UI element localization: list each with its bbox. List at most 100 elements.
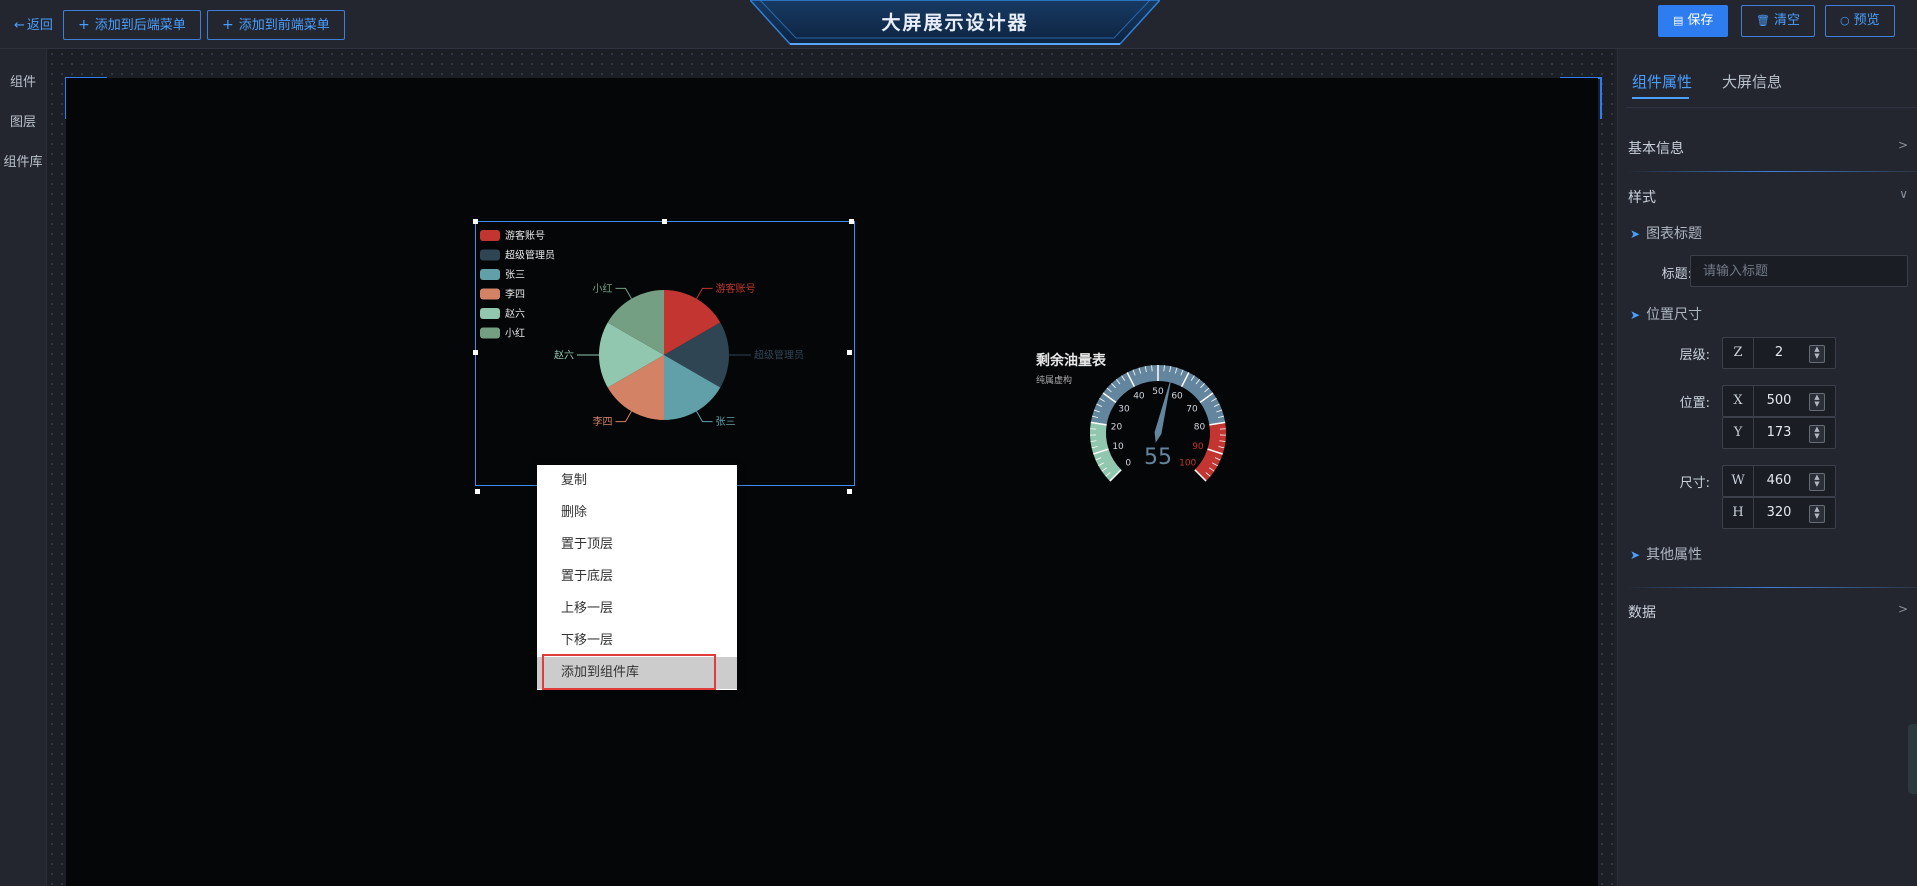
title-input[interactable] xyxy=(1690,255,1908,287)
page-title: 大屏展示设计器 xyxy=(881,12,1029,34)
preview-button[interactable]: ○ 预览 xyxy=(1825,5,1895,37)
add-to-backend-menu-button[interactable]: + 添加到后端菜单 xyxy=(63,10,201,40)
legend-label: 超级管理员 xyxy=(505,249,555,262)
menu-item-send-to-back[interactable]: 置于底层 xyxy=(537,561,737,593)
clear-button[interactable]: 🗑 清空 xyxy=(1741,5,1815,37)
stepper-icon[interactable]: ▲ ▼ xyxy=(1809,393,1825,411)
legend-swatch xyxy=(480,288,500,300)
w-axis-label: W xyxy=(1723,466,1754,496)
left-sidebar: 组件 图层 组件库 xyxy=(0,49,47,886)
legend-swatch xyxy=(480,327,500,339)
height-field[interactable]: H 320 ▲ ▼ xyxy=(1722,497,1836,529)
pie-slice-label: 李四 xyxy=(593,415,613,428)
h-value: 320 xyxy=(1766,505,1792,520)
pie-label-line xyxy=(615,287,632,299)
legend-swatch xyxy=(480,249,500,261)
section-style[interactable]: 样式 ∨ xyxy=(1628,187,1908,207)
tab-component-properties[interactable]: 组件属性 xyxy=(1632,71,1692,92)
gauge-tick-label: 80 xyxy=(1194,422,1206,432)
title-label: 标题: xyxy=(1661,267,1692,282)
pie-slice-label: 游客账号 xyxy=(716,282,756,295)
menu-item-copy[interactable]: 复制 xyxy=(537,465,737,497)
menu-item-move-up[interactable]: 上移一层 xyxy=(537,593,737,625)
legend-label: 张三 xyxy=(505,269,525,281)
back-button[interactable]: ← 返回 xyxy=(14,14,53,33)
properties-panel: 组件属性 大屏信息 基本信息 > 样式 ∨ ➤图表标题 标题: ➤位置尺寸 层级… xyxy=(1617,49,1917,886)
legend-swatch xyxy=(480,269,500,280)
resize-handle[interactable] xyxy=(475,489,480,494)
gauge-tick-label: 30 xyxy=(1118,404,1130,414)
chevron-right-icon: > xyxy=(1897,602,1908,616)
group-other-properties[interactable]: ➤ 其他属性 xyxy=(1630,544,1702,564)
menu-item-move-down[interactable]: 下移一层 xyxy=(537,625,737,657)
x-position-field[interactable]: X 500 ▲ ▼ xyxy=(1722,385,1836,417)
tab-screen-info[interactable]: 大屏信息 xyxy=(1722,71,1782,92)
h-axis-label: H xyxy=(1723,498,1754,528)
stepper-icon[interactable]: ▲ ▼ xyxy=(1809,505,1825,523)
stepper-icon[interactable]: ▲ ▼ xyxy=(1809,425,1825,443)
resize-handle[interactable] xyxy=(662,219,667,224)
z-value: 2 xyxy=(1774,345,1784,360)
sidebar-item-component-library[interactable]: 组件库 xyxy=(0,151,46,170)
y-axis-label: Y xyxy=(1723,418,1754,448)
resize-handle[interactable] xyxy=(473,350,478,355)
position-label: 位置: xyxy=(1679,396,1710,411)
pie-label-line xyxy=(696,287,713,299)
gauge-tick-label: 50 xyxy=(1152,387,1164,397)
legend-swatch xyxy=(480,230,500,241)
resize-handle[interactable] xyxy=(473,219,478,224)
gauge-tick xyxy=(1151,365,1153,372)
w-value: 460 xyxy=(1766,473,1792,488)
triangle-right-icon: ➤ xyxy=(1630,548,1641,562)
divider xyxy=(1626,107,1917,108)
pie-slice-label: 赵六 xyxy=(554,349,574,362)
arrow-left-icon: ← xyxy=(14,18,25,33)
active-tab-indicator xyxy=(1632,97,1689,99)
gauge-tick-label: 10 xyxy=(1112,442,1124,452)
plus-icon: + xyxy=(78,17,90,33)
save-button[interactable]: ▤ 保存 xyxy=(1658,5,1729,37)
legend-label: 李四 xyxy=(505,288,525,301)
gauge-tick-label: 20 xyxy=(1111,422,1123,432)
gauge-tick-label: 0 xyxy=(1125,459,1131,469)
add-to-frontend-menu-button[interactable]: + 添加到前端菜单 xyxy=(207,10,345,40)
y-position-field[interactable]: Y 173 ▲ ▼ xyxy=(1722,417,1836,449)
trash-icon: 🗑 xyxy=(1756,14,1770,27)
width-field[interactable]: W 460 ▲ ▼ xyxy=(1722,465,1836,497)
stepper-icon[interactable]: ▲ ▼ xyxy=(1809,473,1825,491)
sidebar-item-components[interactable]: 组件 xyxy=(0,71,46,90)
pie-label-line xyxy=(615,411,632,423)
pie-slice-label: 小红 xyxy=(593,282,613,295)
gauge-tick-label: 90 xyxy=(1192,442,1204,452)
stepper-icon[interactable]: ▲ ▼ xyxy=(1809,345,1825,363)
menu-item-bring-to-front[interactable]: 置于顶层 xyxy=(537,529,737,561)
triangle-right-icon: ➤ xyxy=(1630,308,1641,322)
gauge-pointer xyxy=(1154,374,1173,443)
x-axis-label: X xyxy=(1723,386,1754,416)
z-index-field[interactable]: Z 2 ▲ ▼ xyxy=(1722,337,1836,369)
resize-handle[interactable] xyxy=(847,489,852,494)
section-basic-info[interactable]: 基本信息 > xyxy=(1628,138,1908,158)
resize-handle[interactable] xyxy=(849,219,854,224)
resize-handle[interactable] xyxy=(847,350,852,355)
legend-swatch xyxy=(480,308,500,319)
section-data[interactable]: 数据 > xyxy=(1628,602,1908,622)
title-banner: 大屏展示设计器 xyxy=(750,0,1160,48)
group-chart-title[interactable]: ➤ 图表标题 xyxy=(1630,223,1702,243)
pie-chart-widget[interactable]: 游客账号 超级管理员 张三 李四 赵六 小红 游客账号 超级管理员 张三 李四 赵六 小红 xyxy=(475,221,855,486)
gauge-tick-label: 40 xyxy=(1133,392,1145,402)
sidebar-item-layers[interactable]: 图层 xyxy=(0,111,46,130)
top-toolbar: ← 返回 + 添加到后端菜单 + 添加到前端菜单 大屏展示设计器 ▤ 保存 🗑 清空 ○ 预… xyxy=(0,0,1917,49)
x-value: 500 xyxy=(1766,393,1792,408)
legend-label: 游客账号 xyxy=(505,229,545,242)
gauge-tick-label: 100 xyxy=(1179,459,1196,469)
legend-label: 赵六 xyxy=(505,307,525,320)
group-position-size[interactable]: ➤ 位置尺寸 xyxy=(1630,304,1702,324)
plus-icon: + xyxy=(222,17,234,33)
pie-chart: 游客账号超级管理员张三李四赵六小红游客账号超级管理员张三李四赵六小红 xyxy=(480,229,804,428)
scroll-handle[interactable] xyxy=(1908,724,1917,794)
menu-item-delete[interactable]: 删除 xyxy=(537,497,737,529)
gauge-tick-label: 70 xyxy=(1186,404,1198,414)
gauge-chart-widget[interactable]: 剩余油量表 纯属虚构 0 10 20 30 40 50 60 70 80 90 100 55 xyxy=(1030,345,1250,495)
pie-slice-label: 超级管理员 xyxy=(754,349,804,362)
